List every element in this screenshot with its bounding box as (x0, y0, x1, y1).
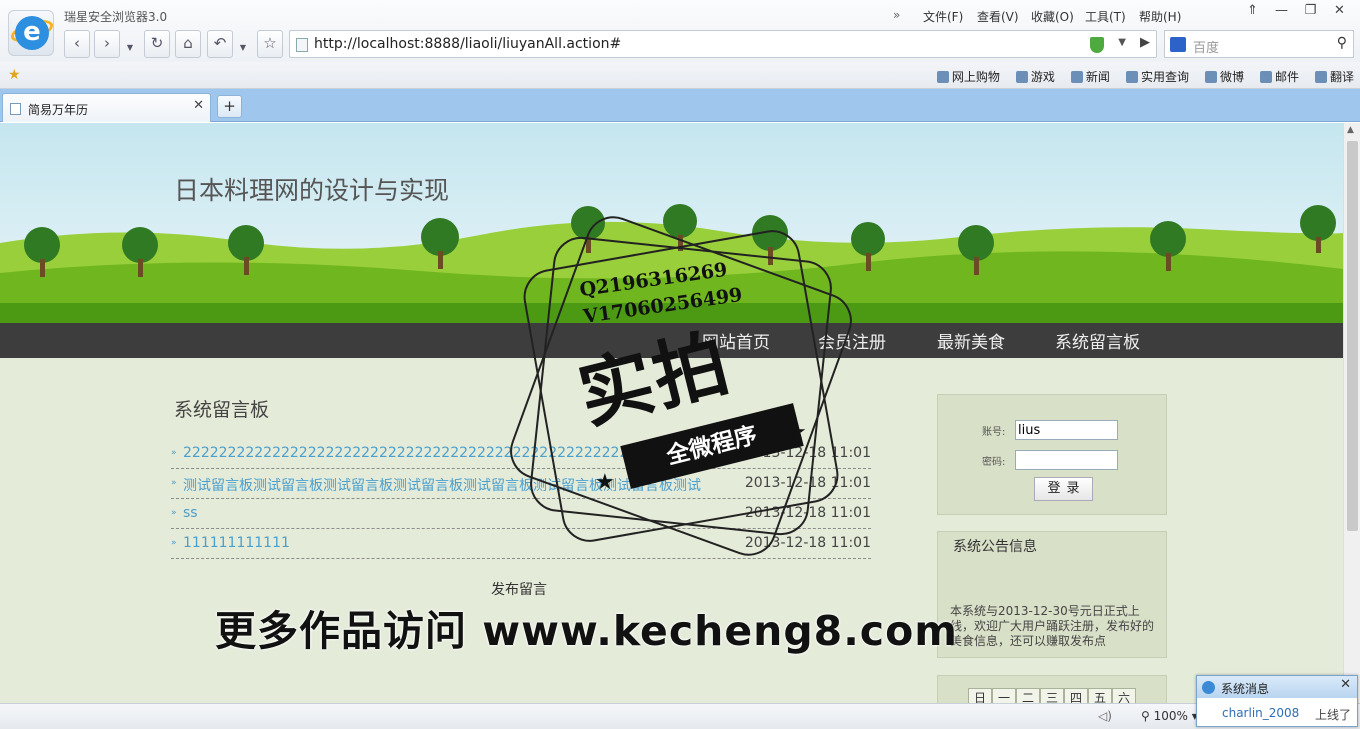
search-engine-icon[interactable] (1170, 37, 1186, 52)
favorites-star-icon[interactable]: ★ (8, 67, 21, 83)
tab-bar: 简易万年历 ✕ + (0, 89, 1360, 122)
fav-shopping[interactable]: 网上购物 (937, 68, 1000, 85)
search-icon[interactable]: ⚲ (1337, 35, 1347, 51)
back-icon[interactable]: ‹ (64, 30, 90, 58)
notification-icon (1202, 681, 1215, 694)
watermark-footer: 更多作品访问 www.kecheng8.com (215, 607, 958, 655)
fav-translate[interactable]: 翻译 (1315, 68, 1354, 85)
menu-file[interactable]: 文件(F) (923, 8, 977, 25)
fav-news[interactable]: 新闻 (1071, 68, 1110, 85)
new-tab-button[interactable]: + (217, 95, 242, 118)
bullet-icon: » (171, 538, 177, 548)
tab-close-icon[interactable]: ✕ (193, 98, 204, 113)
password-label: 密码: (982, 457, 1006, 468)
fav-weibo[interactable]: 微博 (1205, 68, 1244, 85)
password-field[interactable] (1015, 450, 1118, 470)
weekday-wed: 三 (1040, 688, 1064, 703)
bullet-icon: » (171, 478, 177, 488)
calendar-weekdays: 日 一 二 三 四 五 六 (968, 688, 1136, 703)
menu-view[interactable]: 查看(V) (977, 8, 1031, 25)
menu-help[interactable]: 帮助(H) (1139, 8, 1193, 25)
weekday-thu: 四 (1064, 688, 1088, 703)
weekday-sat: 六 (1112, 688, 1136, 703)
address-bar[interactable]: http://localhost:8888/liaoli/liuyanAll.a… (289, 30, 1157, 58)
account-label: 账号: (982, 427, 1006, 438)
bullet-icon: » (171, 508, 177, 518)
address-dropdown-icon[interactable]: ▼ (1118, 37, 1126, 48)
undo-icon[interactable]: ↶ (207, 30, 233, 58)
nav-message-board[interactable]: 系统留言板 (1055, 328, 1140, 353)
notice-body: 本系统与2013-12-30号元日正式上线，欢迎广大用户踊跃注册，发布好的美食信… (950, 604, 1155, 648)
account-field[interactable] (1015, 420, 1118, 440)
restore-icon[interactable]: ❐ (1296, 2, 1325, 22)
menu-bar: » 文件(F) 查看(V) 收藏(O) 工具(T) 帮助(H) (893, 8, 1193, 25)
zoom-level[interactable]: ⚲ 100% ▾ (1141, 709, 1198, 723)
notification-title: 系统消息 (1221, 682, 1270, 696)
refresh-icon[interactable]: ↻ (144, 30, 170, 58)
login-panel: 账号: 密码: 登录 (937, 394, 1167, 515)
menu-tools[interactable]: 工具(T) (1085, 8, 1139, 25)
section-title: 系统留言板 (174, 399, 270, 421)
site-title: 日本料理网的设计与实现 (174, 176, 450, 205)
stamp-star-icon: ★ (595, 470, 615, 495)
post-message-link[interactable]: 发布留言 (491, 579, 547, 599)
notification-status: 上线了 (1314, 708, 1351, 722)
menu-favorites[interactable]: 收藏(O) (1031, 8, 1085, 25)
menu-more-button[interactable]: » (893, 8, 923, 25)
forward-icon[interactable]: › (94, 30, 120, 58)
search-input[interactable]: 百度 (1193, 37, 1219, 56)
weekday-fri: 五 (1088, 688, 1112, 703)
go-icon[interactable]: ▶ (1140, 35, 1150, 50)
forward-dropdown-icon[interactable]: ▼ (124, 30, 136, 58)
tab-calendar[interactable]: 简易万年历 ✕ (2, 93, 211, 122)
weekday-mon: 一 (992, 688, 1016, 703)
page-icon (296, 38, 308, 52)
system-notification: 系统消息 ✕ charlin_2008 上线了 (1196, 675, 1358, 727)
home-icon[interactable]: ⌂ (175, 30, 201, 58)
zoom-value[interactable]: 100% (1154, 709, 1188, 723)
notice-panel: 系统公告信息 本系统与2013-12-30号元日正式上线，欢迎广大用户踊跃注册，… (937, 531, 1167, 658)
tab-title[interactable]: 简易万年历 (28, 101, 88, 118)
watermark-stamp: Q2196316269 V17060256499 实拍 全微程序 ★ ★ (502, 208, 860, 564)
calendar-panel: 日 一 二 三 四 五 六 (937, 675, 1167, 703)
status-bar: ◁) ⚲ 100% ▾ (0, 703, 1360, 729)
security-shield-icon[interactable] (1090, 37, 1104, 53)
tab-page-icon (10, 103, 21, 115)
vertical-scrollbar[interactable]: ▲ ▼ (1343, 123, 1360, 703)
favorites-bar: ★ 网上购物 游戏 新闻 实用查询 微博 邮件 翻译 (0, 62, 1360, 89)
login-button[interactable]: 登录 (1034, 477, 1093, 501)
fav-query[interactable]: 实用查询 (1126, 68, 1189, 85)
browser-logo-icon: e (8, 10, 56, 56)
favorite-star-icon[interactable]: ☆ (257, 30, 283, 58)
search-box[interactable]: 百度 ⚲ (1164, 30, 1354, 58)
nav-latest-food[interactable]: 最新美食 (937, 328, 1005, 353)
favorites-links: 网上购物 游戏 新闻 实用查询 微博 邮件 翻译 (937, 68, 1354, 85)
minimize-icon[interactable]: — (1267, 2, 1296, 22)
fav-mail[interactable]: 邮件 (1260, 68, 1299, 85)
skin-icon[interactable]: ⇑ (1238, 2, 1267, 22)
stamp-star-icon: ★ (787, 420, 807, 445)
weekday-sun: 日 (968, 688, 992, 703)
scroll-thumb[interactable] (1347, 141, 1358, 531)
scroll-up-icon[interactable]: ▲ (1347, 125, 1354, 135)
window-controls: ⇑ — ❐ ✕ (1238, 2, 1354, 22)
address-url[interactable]: http://localhost:8888/liaoli/liuyanAll.a… (314, 36, 621, 52)
notice-title: 系统公告信息 (953, 539, 1037, 555)
fav-games[interactable]: 游戏 (1016, 68, 1055, 85)
notification-close-icon[interactable]: ✕ (1340, 677, 1351, 692)
notification-header: 系统消息 ✕ (1197, 676, 1357, 698)
app-title: 瑞星安全浏览器3.0 (64, 10, 168, 24)
undo-dropdown-icon[interactable]: ▼ (237, 30, 249, 58)
close-icon[interactable]: ✕ (1325, 2, 1354, 22)
notification-user[interactable]: charlin_2008 (1222, 706, 1299, 720)
weekday-tue: 二 (1016, 688, 1040, 703)
bullet-icon: » (171, 448, 177, 458)
speaker-icon[interactable]: ◁) (1098, 709, 1112, 723)
